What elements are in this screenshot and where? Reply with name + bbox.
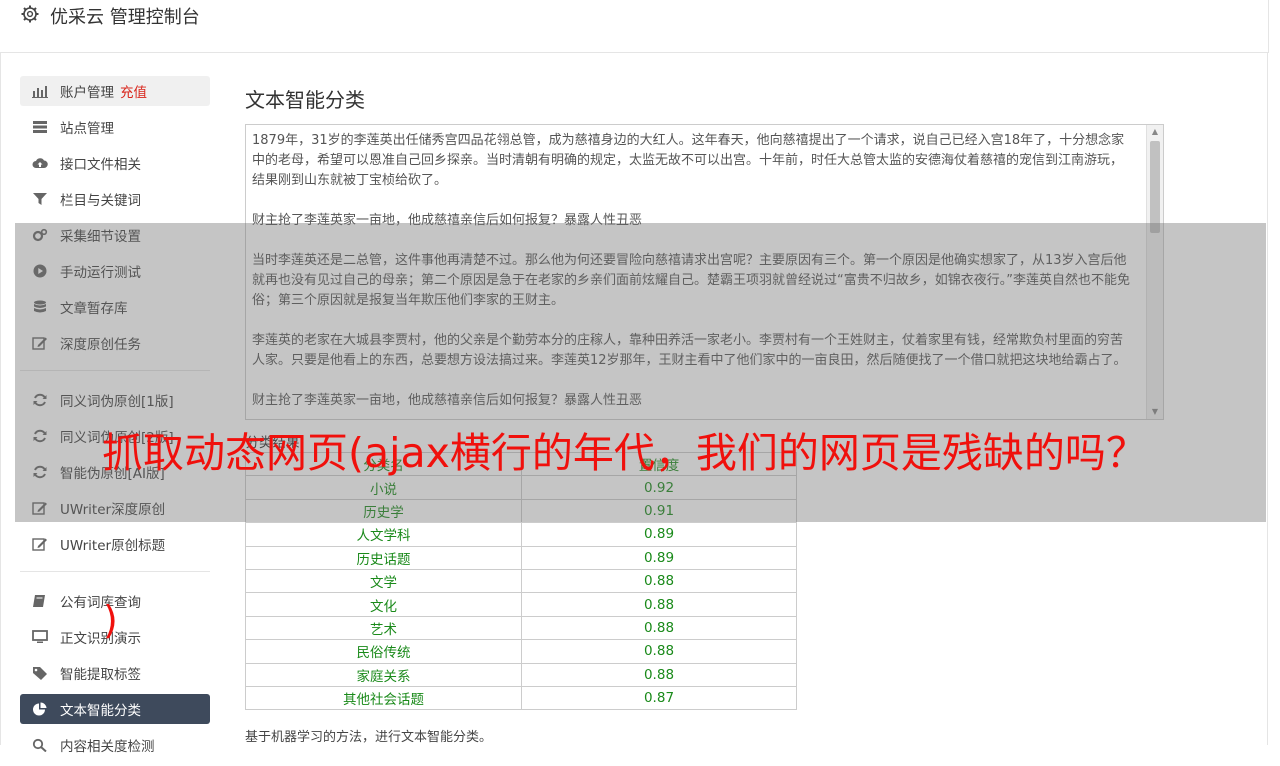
confidence-cell: 0.88 <box>521 662 797 687</box>
sidebar-item-label: 栏目与关键词 <box>60 193 141 209</box>
sidebar-item-label: 站点管理 <box>60 121 114 137</box>
table-row: 人文学科 0.89 <box>245 522 797 547</box>
sidebar-item-account[interactable]: 账户管理 充值 <box>20 76 210 106</box>
sidebar-item-extract-tags[interactable]: 智能提取标签 <box>20 658 210 688</box>
sidebar-item-interface[interactable]: 接口文件相关 <box>20 148 210 178</box>
cloud-upload-icon <box>32 155 48 171</box>
sidebar-item-label: 账户管理 <box>60 85 114 101</box>
tag-icon <box>32 665 48 681</box>
table-row: 文化 0.88 <box>245 592 797 617</box>
search-icon <box>32 737 48 753</box>
sidebar-item-columns[interactable]: 栏目与关键词 <box>20 184 210 214</box>
sidebar-item-text-classify[interactable]: 文本智能分类 <box>20 694 210 724</box>
sidebar-item-label: 智能提取标签 <box>60 667 141 683</box>
overlay-parenthesis: ) <box>103 598 118 642</box>
category-cell: 家庭关系 <box>245 662 522 687</box>
sidebar-item-label: UWriter原创标题 <box>60 538 166 554</box>
bar-chart-icon <box>32 83 48 99</box>
recharge-link[interactable]: 充值 <box>120 81 147 101</box>
confidence-cell: 0.88 <box>521 615 797 641</box>
monitor-icon <box>32 629 48 645</box>
category-cell: 人文学科 <box>245 522 522 547</box>
category-cell: 文化 <box>245 592 522 617</box>
confidence-cell: 0.87 <box>521 685 797 711</box>
edit-icon <box>32 536 48 552</box>
page-title: 文本智能分类 <box>245 88 365 112</box>
confidence-cell: 0.89 <box>521 522 797 547</box>
gear-icon[interactable] <box>20 4 40 24</box>
book-icon <box>32 593 48 609</box>
left-border <box>0 52 1 745</box>
category-cell: 文学 <box>245 568 522 594</box>
table-row: 民俗传统 0.88 <box>245 639 797 664</box>
category-cell: 艺术 <box>245 615 522 641</box>
category-cell: 民俗传统 <box>245 639 522 664</box>
table-row: 家庭关系 0.88 <box>245 662 797 687</box>
sidebar-item-uwriter-title[interactable]: UWriter原创标题 <box>20 529 210 559</box>
sidebar-item-label: 正文识别演示 <box>60 631 141 647</box>
table-row: 艺术 0.88 <box>245 615 797 641</box>
overlay-headline: 抓取动态网页(ajax横行的年代，我们的网页是残缺的吗？ <box>102 429 1147 477</box>
category-cell: 历史话题 <box>245 545 522 570</box>
sidebar-item-label: 接口文件相关 <box>60 157 141 173</box>
table-row: 其他社会话题 0.87 <box>245 685 797 711</box>
text-paragraph: 1879年，31岁的李莲英出任储秀宫四品花翎总管，成为慈禧身边的大红人。这年春天… <box>252 133 1125 188</box>
table-row: 历史话题 0.89 <box>245 545 797 570</box>
server-icon <box>32 119 48 135</box>
sidebar-item-sites[interactable]: 站点管理 <box>20 112 210 142</box>
scrollbar-thumb[interactable] <box>1150 141 1160 233</box>
filter-icon <box>32 191 48 207</box>
sidebar-item-label: 内容相关度检测 <box>60 739 155 755</box>
scroll-up-arrow-icon[interactable]: ▲ <box>1147 125 1163 139</box>
table-row: 文学 0.88 <box>245 568 797 594</box>
confidence-cell: 0.88 <box>521 568 797 594</box>
method-note: 基于机器学习的方法，进行文本智能分类。 <box>245 730 493 745</box>
category-cell: 其他社会话题 <box>245 685 522 711</box>
confidence-cell: 0.89 <box>521 545 797 570</box>
app-title: 优采云 管理控制台 <box>50 7 200 28</box>
sidebar-item-label: 文本智能分类 <box>60 703 141 719</box>
sidebar-divider <box>20 571 210 572</box>
right-border <box>1267 52 1268 745</box>
confidence-cell: 0.88 <box>521 639 797 664</box>
confidence-cell: 0.88 <box>521 592 797 617</box>
top-bar: 优采云 管理控制台 <box>0 0 1269 53</box>
sidebar-item-relevance-check[interactable]: 内容相关度检测 <box>20 730 210 760</box>
pie-chart-icon <box>32 701 48 717</box>
sidebar-item-label: 公有词库查询 <box>60 595 141 611</box>
